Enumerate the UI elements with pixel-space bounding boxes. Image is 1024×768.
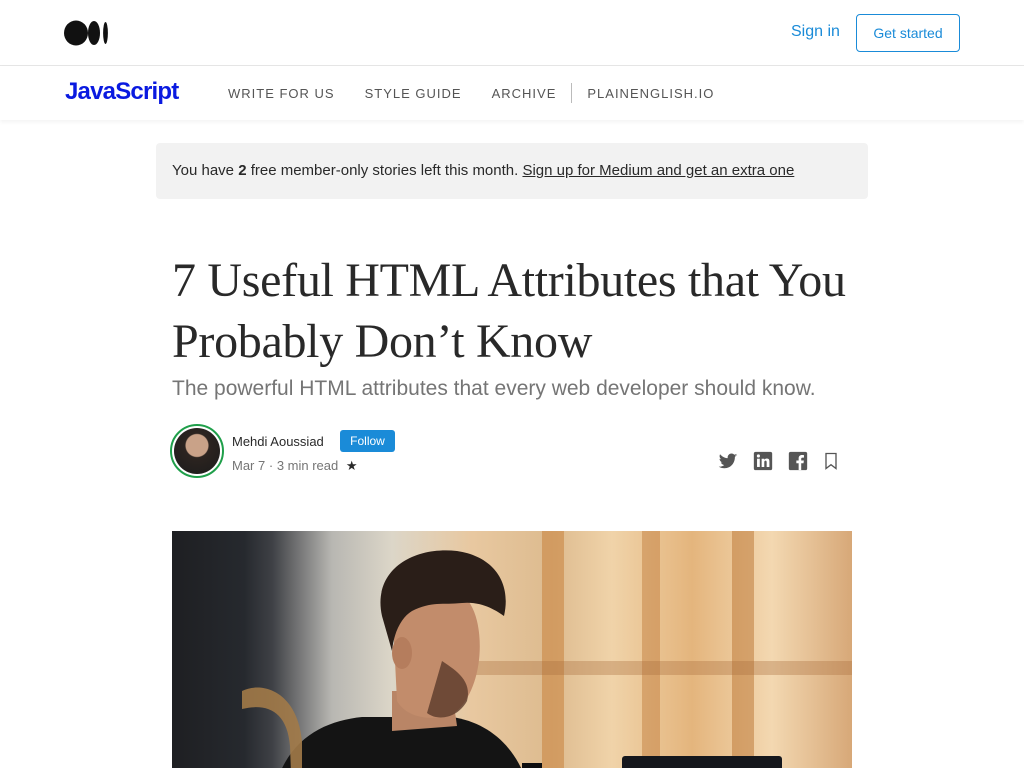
- top-navigation-bar: Sign in Get started: [0, 0, 1024, 66]
- nav-write-for-us[interactable]: WRITE FOR US: [228, 86, 335, 101]
- banner-count: 2: [238, 162, 247, 179]
- hero-person-illustration: [242, 550, 542, 768]
- sign-in-link[interactable]: Sign in: [791, 23, 840, 41]
- article-title: 7 Useful HTML Attributes that You Probab…: [172, 254, 846, 368]
- nav-plainenglish[interactable]: PLAINENGLISH.IO: [587, 86, 714, 101]
- twitter-icon[interactable]: [717, 450, 739, 472]
- member-stories-banner: You have 2 free member-only stories left…: [156, 143, 868, 199]
- hero-window-frame: [542, 531, 564, 768]
- medium-logo-icon[interactable]: [64, 20, 110, 46]
- get-started-button[interactable]: Get started: [856, 14, 960, 52]
- member-star-icon: ★: [345, 458, 358, 473]
- bookmark-icon[interactable]: [821, 450, 841, 472]
- author-name[interactable]: Mehdi Aoussiad: [232, 434, 324, 449]
- follow-button[interactable]: Follow: [340, 430, 395, 452]
- article-meta: Mar 7 · 3 min read ★: [232, 458, 358, 474]
- hero-window-frame: [732, 531, 754, 768]
- publication-nav: WRITE FOR US STYLE GUIDE ARCHIVE PLAINEN…: [228, 66, 714, 120]
- article-subtitle: The powerful HTML attributes that every …: [172, 377, 816, 400]
- nav-archive[interactable]: ARCHIVE: [492, 86, 557, 101]
- linkedin-icon[interactable]: [752, 450, 774, 472]
- laptop-screen: [622, 756, 782, 768]
- nav-style-guide[interactable]: STYLE GUIDE: [365, 86, 462, 101]
- hero-window-frame: [642, 531, 660, 768]
- author-avatar[interactable]: [174, 428, 220, 474]
- banner-suffix: free member-only stories left this month…: [246, 162, 523, 179]
- publish-date: Mar 7: [232, 458, 266, 473]
- article-hero-image: [172, 531, 852, 768]
- publication-logo[interactable]: JavaScript: [65, 78, 179, 106]
- banner-prefix: You have: [172, 162, 239, 179]
- facebook-icon[interactable]: [787, 450, 809, 472]
- signup-link[interactable]: Sign up for Medium and get an extra one: [522, 162, 794, 179]
- publication-bar: JavaScript WRITE FOR US STYLE GUIDE ARCH…: [0, 66, 1024, 120]
- nav-divider: [571, 83, 573, 103]
- read-time: 3 min read: [276, 458, 339, 473]
- meta-dot: ·: [268, 458, 274, 473]
